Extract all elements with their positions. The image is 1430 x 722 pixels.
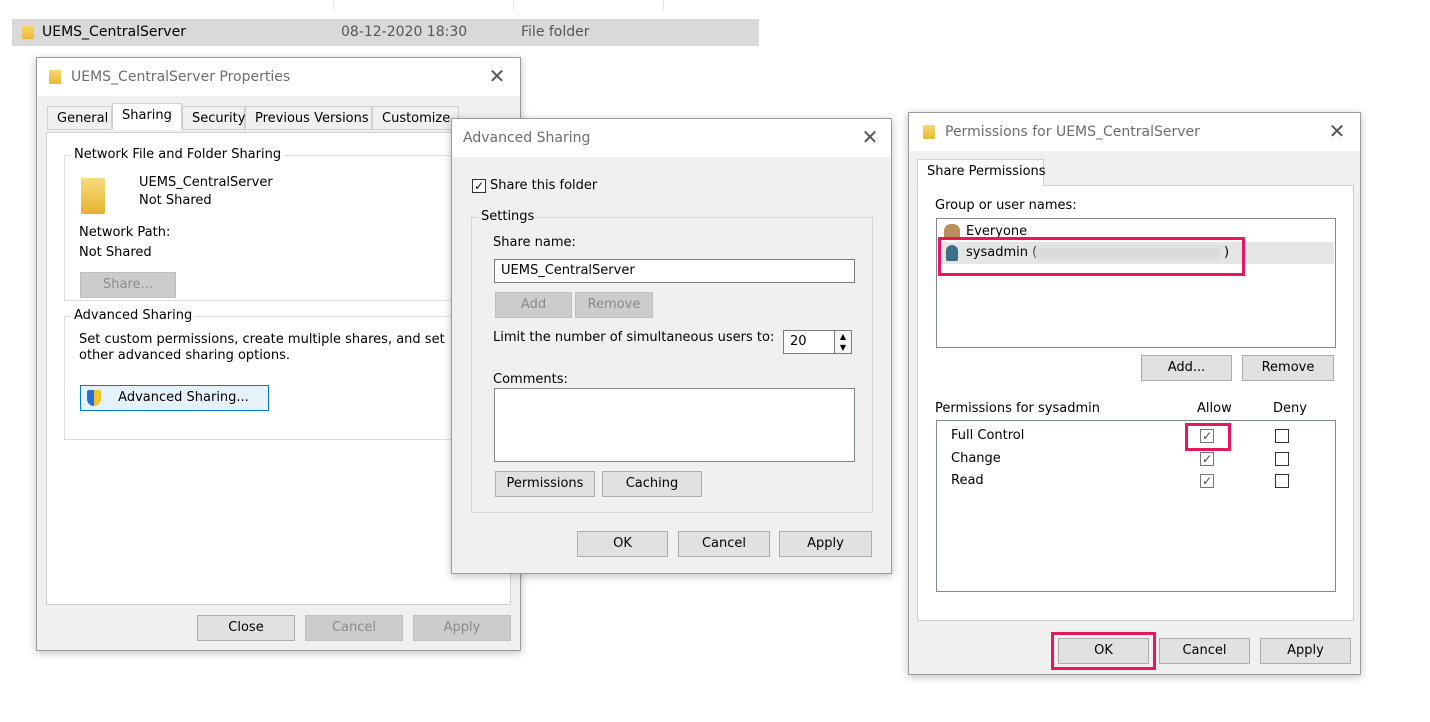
comments-label: Comments:: [493, 372, 568, 387]
permission-name: Full Control: [951, 428, 1025, 443]
share-status: Not Shared: [139, 193, 212, 208]
group-names-label: Group or user names:: [935, 198, 1077, 213]
close-icon[interactable]: ✕: [1324, 119, 1350, 145]
share-name-label: Share name:: [493, 235, 576, 250]
deny-header: Deny: [1273, 401, 1307, 416]
allow-checkbox[interactable]: ✓: [1200, 474, 1214, 488]
group-icon: [944, 224, 960, 238]
ok-button[interactable]: OK: [1058, 638, 1149, 664]
permission-name: Read: [951, 473, 984, 488]
tab-general[interactable]: General: [47, 106, 112, 130]
network-path-value: Not Shared: [79, 245, 152, 260]
permissions-button[interactable]: Permissions: [495, 471, 595, 497]
apply-button[interactable]: Apply: [779, 531, 872, 557]
network-sharing-group: Network File and Folder Sharing UEMS_Cen…: [64, 147, 464, 301]
file-list-row[interactable]: UEMS_CentralServer 08-12-2020 18:30 File…: [12, 19, 759, 46]
highlight-box: [938, 237, 1245, 276]
tab-sharing[interactable]: Sharing: [112, 103, 182, 130]
column-divider: [663, 0, 664, 10]
close-button[interactable]: Close: [197, 615, 295, 641]
network-path-label: Network Path:: [79, 225, 171, 240]
window-title: UEMS_CentralServer Properties: [71, 69, 291, 85]
close-icon[interactable]: ✕: [857, 125, 883, 151]
close-icon[interactable]: ✕: [484, 64, 510, 90]
file-name: UEMS_CentralServer: [42, 24, 186, 40]
tab-security[interactable]: Security: [182, 106, 245, 130]
folder-icon: [81, 178, 105, 214]
cancel-button[interactable]: Cancel: [678, 531, 770, 557]
caching-button[interactable]: Caching: [602, 471, 702, 497]
permission-name: Change: [951, 451, 1001, 466]
remove-button[interactable]: Remove: [1242, 355, 1334, 381]
allow-header: Allow: [1197, 401, 1232, 416]
add-button[interactable]: Add: [495, 292, 572, 318]
advanced-sharing-group: Advanced Sharing Set custom permissions,…: [64, 308, 464, 440]
share-name-input[interactable]: UEMS_CentralServer: [494, 259, 855, 283]
file-type: File folder: [521, 24, 590, 40]
advanced-sharing-button[interactable]: Advanced Sharing...: [80, 385, 269, 411]
tab-previous-versions[interactable]: Previous Versions: [245, 106, 372, 130]
share-button[interactable]: Share...: [80, 272, 176, 298]
group-legend: Settings: [478, 209, 538, 224]
allow-checkbox[interactable]: ✓: [1200, 452, 1214, 466]
remove-button[interactable]: Remove: [575, 292, 653, 318]
title-bar: Advanced Sharing ✕: [452, 119, 891, 157]
tab-share-permissions[interactable]: Share Permissions: [917, 159, 1046, 186]
cancel-button[interactable]: Cancel: [305, 615, 403, 641]
ok-button[interactable]: OK: [577, 531, 668, 557]
permissions-dialog: Permissions for UEMS_CentralServer ✕ Sha…: [908, 112, 1361, 675]
deny-checkbox[interactable]: [1275, 452, 1289, 466]
add-button[interactable]: Add...: [1141, 355, 1232, 381]
group-legend: Advanced Sharing: [71, 308, 196, 323]
deny-checkbox[interactable]: [1275, 474, 1289, 488]
column-divider: [513, 0, 514, 10]
file-date: 08-12-2020 18:30: [341, 24, 468, 40]
cancel-button[interactable]: Cancel: [1159, 638, 1250, 664]
settings-group: Settings Share name: UEMS_CentralServer …: [471, 209, 873, 513]
spinner-arrows[interactable]: ▲ ▼: [834, 330, 852, 354]
window-title: Advanced Sharing: [463, 130, 591, 146]
comments-textarea[interactable]: [494, 388, 855, 462]
tab-customize[interactable]: Customize: [372, 106, 459, 130]
properties-dialog: UEMS_CentralServer Properties ✕ General …: [36, 57, 521, 651]
group-legend: Network File and Folder Sharing: [71, 147, 285, 162]
permissions-for-label: Permissions for sysadmin: [935, 401, 1101, 416]
folder-name: UEMS_CentralServer: [139, 175, 273, 190]
apply-button[interactable]: Apply: [1260, 638, 1351, 664]
tab-strip: General Sharing Security Previous Versio…: [47, 103, 517, 133]
window-title: Permissions for UEMS_CentralServer: [945, 124, 1200, 140]
permissions-list: Full Control ✓ Change ✓ Read ✓: [936, 420, 1336, 592]
folder-icon: [49, 70, 61, 84]
title-bar: Permissions for UEMS_CentralServer ✕: [909, 113, 1360, 151]
tab-panel: Network File and Folder Sharing UEMS_Cen…: [46, 132, 511, 605]
tab-panel: Group or user names: Everyone sysadmin (…: [917, 185, 1354, 621]
shield-icon: [87, 390, 101, 406]
advanced-description: Set custom permissions, create multiple …: [79, 332, 445, 363]
column-divider: [333, 0, 334, 10]
folder-icon: [22, 25, 34, 39]
advanced-sharing-dialog: Advanced Sharing ✕ ✓ Share this folder S…: [451, 118, 892, 574]
folder-icon: [923, 125, 935, 139]
highlight-box: [1185, 423, 1231, 451]
share-folder-label: Share this folder: [490, 178, 598, 193]
title-bar: UEMS_CentralServer Properties ✕: [37, 58, 520, 96]
limit-users-label: Limit the number of simultaneous users t…: [493, 330, 775, 345]
button-label: Advanced Sharing...: [118, 390, 249, 405]
user-limit-spinner[interactable]: 20: [783, 330, 835, 354]
share-folder-checkbox[interactable]: ✓: [472, 179, 486, 193]
deny-checkbox[interactable]: [1275, 429, 1289, 443]
apply-button[interactable]: Apply: [413, 615, 511, 641]
